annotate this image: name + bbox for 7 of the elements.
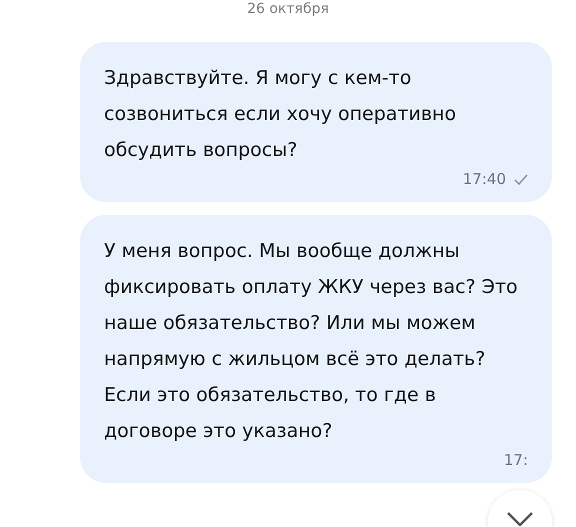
message-text: Если это обязательство, то где в договоре это указано? [104, 383, 437, 444]
message-text: Здравствуйте. Я могу с кем-то созвониться если хочу оперативно обсудить вопросы? [104, 66, 458, 163]
message-text: У меня вопрос. Мы вообще должны фиксировать оплату ЖКУ через вас? Это наше обязательство? Или мы можем напрямую с жильцом всё это делать? [104, 239, 519, 372]
date-label: 26 октября [247, 0, 329, 18]
message-time: 17:40 [462, 170, 506, 188]
chevron-down-icon [507, 512, 533, 526]
message-time: 17: [504, 451, 528, 469]
